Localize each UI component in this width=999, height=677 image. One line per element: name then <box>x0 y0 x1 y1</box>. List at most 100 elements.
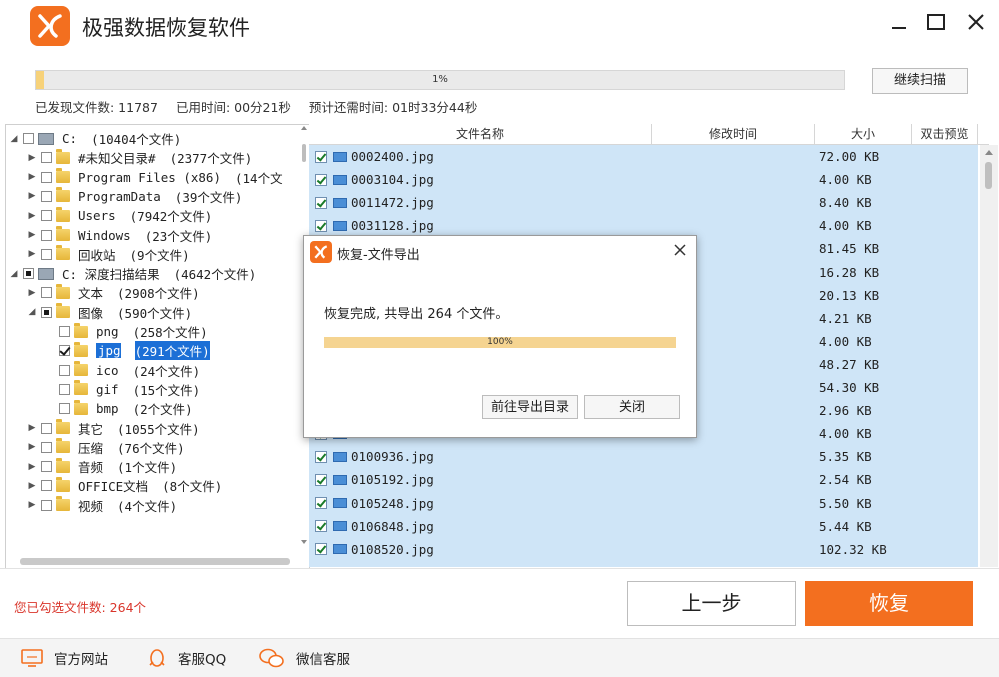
caret-down-icon[interactable]: ◢ <box>8 134 20 144</box>
tree-checkbox[interactable] <box>23 133 34 144</box>
file-checkbox[interactable] <box>315 173 327 186</box>
tree-item[interactable]: ◢ C: 深度扫描结果 (4642个文件) <box>8 264 257 283</box>
caret-right-icon[interactable]: ▶ <box>26 191 38 201</box>
wechat-link[interactable]: 微信客服 <box>258 647 350 669</box>
tree-checkbox[interactable] <box>41 287 52 299</box>
tree-item[interactable]: ▶ Users (7942个文件) <box>26 206 212 225</box>
caret-right-icon[interactable]: ▶ <box>26 500 38 510</box>
caret-right-icon[interactable]: ▶ <box>26 153 38 163</box>
minimize-icon[interactable] <box>885 8 913 36</box>
tree-item[interactable]: ▶ Windows (23个文件) <box>26 226 212 245</box>
tree-horizontal-scrollbar[interactable] <box>20 558 290 565</box>
file-checkbox[interactable] <box>315 497 327 509</box>
tree-item-count: (4个文件) <box>117 498 178 514</box>
caret-right-icon[interactable]: ▶ <box>26 442 38 452</box>
dialog-close-button[interactable]: 关闭 <box>584 395 680 419</box>
file-row[interactable]: 0002400.jpg 72.00 KB <box>309 145 978 168</box>
tree-item[interactable]: gif (15个文件) <box>44 380 200 399</box>
tree-checkbox[interactable] <box>59 326 70 337</box>
tree-item[interactable]: ▶ Program Files (x86) (14个文 <box>26 168 283 187</box>
tree-item[interactable]: ▶ #未知父目录# (2377个文件) <box>26 148 252 167</box>
tree-checkbox[interactable] <box>41 306 52 318</box>
tree-checkbox[interactable] <box>41 441 52 453</box>
tree-checkbox[interactable] <box>41 210 52 222</box>
caret-right-icon[interactable]: ▶ <box>26 249 38 259</box>
file-checkbox[interactable] <box>315 196 327 209</box>
tree-item[interactable]: ◢ 图像 (590个文件) <box>26 303 192 322</box>
caret-right-icon[interactable]: ▶ <box>26 211 38 221</box>
website-link[interactable]: 官方网站 <box>20 647 108 669</box>
tree-item[interactable]: ico (24个文件) <box>44 361 200 380</box>
tree-item[interactable]: ▶ 其它 (1055个文件) <box>26 419 200 438</box>
tree-checkbox[interactable] <box>23 268 34 280</box>
tree-checkbox[interactable] <box>41 422 52 434</box>
tree-checkbox[interactable] <box>41 152 52 164</box>
tree-checkbox[interactable] <box>41 461 52 473</box>
tree-checkbox[interactable] <box>41 229 52 241</box>
file-row[interactable]: 0011472.jpg 8.40 KB <box>309 191 978 214</box>
file-checkbox[interactable] <box>315 473 327 486</box>
close-icon[interactable] <box>962 8 990 36</box>
open-export-dir-button[interactable]: 前往导出目录 <box>482 395 578 419</box>
tree-checkbox[interactable] <box>59 364 70 376</box>
tree-item[interactable]: ▶ 文本 (2908个文件) <box>26 283 200 302</box>
column-header-preview[interactable]: 双击预览 <box>912 124 978 144</box>
file-checkbox[interactable] <box>315 520 327 533</box>
caret-right-icon[interactable]: ▶ <box>26 423 38 433</box>
file-row[interactable]: 0100936.jpg 5.35 KB <box>309 445 978 468</box>
tree-checkbox[interactable] <box>41 171 52 183</box>
file-row[interactable]: 0003104.jpg 4.00 KB <box>309 168 978 191</box>
tree-checkbox[interactable] <box>41 480 52 492</box>
tree-item[interactable]: ▶ 音频 (1个文件) <box>26 457 177 476</box>
tree-item[interactable]: ▶ 视频 (4个文件) <box>26 496 177 515</box>
qq-link[interactable]: 客服QQ <box>146 647 226 669</box>
tree-item[interactable]: bmp (2个文件) <box>44 399 193 418</box>
caret-right-icon[interactable]: ▶ <box>26 288 38 298</box>
folder-tree[interactable]: ◢ C: (10404个文件) ▶ #未知父目录# (2377个文件) ▶ Program F… <box>5 124 310 569</box>
caret-down-icon[interactable]: ◢ <box>26 307 38 317</box>
tree-item-label: #未知父目录# <box>78 151 156 167</box>
tree-item[interactable]: ◢ C: (10404个文件) <box>8 129 182 148</box>
tree-item[interactable]: ▶ ProgramData (39个文件) <box>26 187 242 206</box>
column-header-modified[interactable]: 修改时间 <box>652 124 815 144</box>
tree-item-count: (4642个文件) <box>173 267 257 283</box>
file-checkbox[interactable] <box>315 219 327 232</box>
tree-checkbox[interactable] <box>59 383 70 395</box>
list-scroll-thumb[interactable] <box>985 162 992 189</box>
file-checkbox[interactable] <box>315 450 327 463</box>
tree-item[interactable]: ▶ 压缩 (76个文件) <box>26 438 185 457</box>
tree-item[interactable]: png (258个文件) <box>44 322 208 341</box>
recover-button[interactable]: 恢复 <box>805 581 973 626</box>
maximize-icon[interactable] <box>922 8 950 36</box>
continue-scan-button[interactable]: 继续扫描 <box>872 68 968 94</box>
caret-right-icon[interactable]: ▶ <box>26 172 38 182</box>
column-header-size[interactable]: 大小 <box>815 124 912 144</box>
tree-item[interactable]: jpg (291个文件) <box>44 341 210 361</box>
file-row[interactable]: 0106848.jpg 5.44 KB <box>309 515 978 538</box>
file-row[interactable]: 0105248.jpg 5.50 KB <box>309 492 978 515</box>
tree-item[interactable]: ▶ OFFICE文档 (8个文件) <box>26 476 222 495</box>
tree-checkbox[interactable] <box>59 345 70 357</box>
export-progress-bar: 100% <box>324 337 676 348</box>
file-checkbox[interactable] <box>315 543 327 556</box>
caret-down-icon[interactable]: ◢ <box>8 269 20 279</box>
column-header-name[interactable]: 文件名称 <box>309 124 652 144</box>
caret-right-icon[interactable]: ▶ <box>26 462 38 472</box>
tree-checkbox[interactable] <box>41 499 52 511</box>
tree-item[interactable]: ▶ 回收站 (9个文件) <box>26 245 190 264</box>
tree-item-count: (590个文件) <box>117 305 193 321</box>
file-row[interactable]: 0031128.jpg 4.00 KB <box>309 214 978 237</box>
tree-item-count: (23个文件) <box>144 228 213 244</box>
file-size: 4.00 KB <box>819 172 872 188</box>
list-vertical-scrollbar[interactable] <box>980 145 998 567</box>
file-row[interactable]: 0108520.jpg 102.32 KB <box>309 538 978 561</box>
dialog-close-icon[interactable] <box>670 240 690 260</box>
tree-checkbox[interactable] <box>41 248 52 260</box>
file-row[interactable]: 0105192.jpg 2.54 KB <box>309 468 978 491</box>
tree-checkbox[interactable] <box>41 190 52 202</box>
previous-step-button[interactable]: 上一步 <box>627 581 796 626</box>
caret-right-icon[interactable]: ▶ <box>26 230 38 240</box>
tree-checkbox[interactable] <box>59 403 70 415</box>
file-checkbox[interactable] <box>315 150 327 163</box>
caret-right-icon[interactable]: ▶ <box>26 481 38 491</box>
